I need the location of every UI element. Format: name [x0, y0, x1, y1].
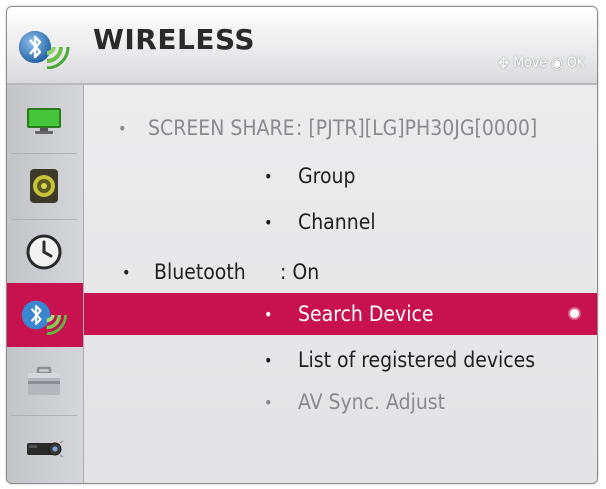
bluetooth-wireless-icon [19, 31, 70, 69]
dpad-icon: ✥ [497, 54, 510, 72]
menu-item-registered-devices[interactable]: • List of registered devices [84, 339, 597, 381]
menu-item-channel[interactable]: • Channel [84, 201, 597, 243]
menu-item-label: Channel [298, 210, 376, 234]
navigation-hint: ✥ Move ◉ OK [498, 54, 585, 72]
bullet-icon: • [122, 262, 131, 282]
menu-header: WIRELESS ✥ Move ◉ OK [7, 7, 597, 85]
toolbox-icon [28, 366, 60, 395]
menu-item-label: SCREEN SHARE [148, 116, 295, 140]
menu-item-screen-share: • SCREEN SHARE : [PJTR][LG]PH30JG[0000] [84, 107, 597, 149]
menu-item-label: List of registered devices [298, 348, 536, 372]
bullet-icon: • [264, 212, 273, 232]
clock-icon [26, 234, 62, 270]
menu-content: • SCREEN SHARE : [PJTR][LG]PH30JG[0000] … [84, 85, 597, 483]
enter-indicator-icon [570, 309, 579, 318]
bullet-icon: • [264, 350, 273, 370]
sidebar-item-sound[interactable] [9, 155, 79, 217]
page-title: WIRELESS [93, 23, 256, 56]
ok-circle-icon: ◉ [551, 54, 563, 72]
sidebar-item-input[interactable] [9, 417, 79, 479]
menu-item-av-sync: • AV Sync. Adjust [84, 381, 597, 423]
sidebar-item-time[interactable] [9, 221, 79, 283]
hint-move-label: Move [513, 55, 548, 71]
speaker-icon [30, 169, 58, 203]
sidebar-item-wireless[interactable] [7, 283, 83, 347]
menu-item-label: Search Device [298, 302, 434, 326]
projector-icon [27, 440, 64, 458]
menu-item-label: Group [298, 164, 356, 188]
menu-item-search-device[interactable]: • Search Device [84, 293, 597, 335]
wireless-menu-panel: WIRELESS ✥ Move ◉ OK • SCREEN SHARE: [P… [6, 6, 598, 484]
bullet-icon: • [264, 392, 273, 412]
menu-item-group[interactable]: • Group [84, 155, 597, 197]
monitor-icon [27, 108, 61, 134]
sidebar-item-setup[interactable] [9, 351, 79, 413]
menu-item-label: Bluetooth [154, 260, 246, 284]
bluetooth-wireless-icon [21, 300, 67, 335]
hint-ok-label: OK [566, 55, 585, 71]
bullet-icon: • [264, 304, 273, 324]
menu-item-bluetooth[interactable]: • Bluetooth : On [84, 251, 597, 293]
bullet-icon: • [118, 118, 127, 138]
menu-item-value: : [PJTR][LG]PH30JG[0000] [296, 116, 538, 140]
category-sidebar [7, 85, 84, 483]
sidebar-item-picture[interactable] [9, 89, 79, 151]
menu-item-label: AV Sync. Adjust [298, 390, 446, 414]
bullet-icon: • [264, 166, 273, 186]
menu-item-value: : On [280, 260, 320, 284]
